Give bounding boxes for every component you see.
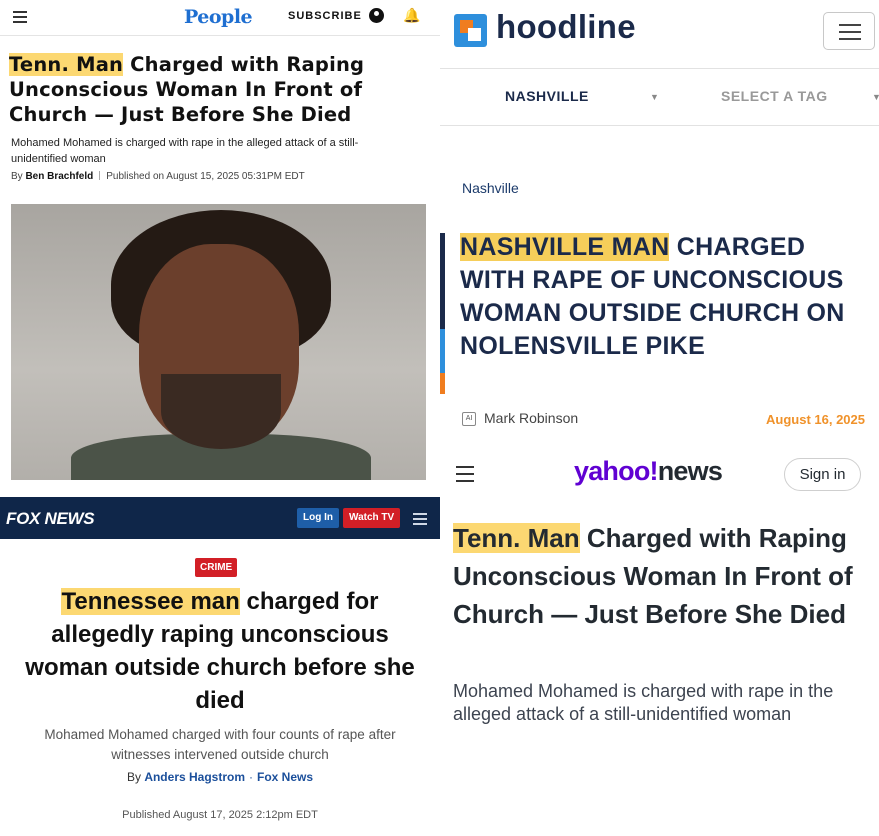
publish-date: August 16, 2025 xyxy=(766,412,865,427)
article-byline: By Anders Hagstrom · Fox News xyxy=(0,770,440,784)
byline-prefix: By xyxy=(11,171,26,182)
news-label: news xyxy=(657,456,723,486)
fox-header: FOX NEWS Log In Watch TV xyxy=(0,497,440,539)
people-header: People SUBSCRIBE 🔔 xyxy=(0,0,440,36)
tag-select[interactable]: SELECT A TAG xyxy=(721,88,828,104)
outlet-link[interactable]: Fox News xyxy=(257,770,313,784)
hoodline-logo[interactable]: hoodline xyxy=(496,8,636,46)
subscribe-link[interactable]: SUBSCRIBE xyxy=(288,10,362,22)
people-logo[interactable]: People xyxy=(184,6,253,28)
fox-article-panel: FOX NEWS Log In Watch TV CRIME Tennessee… xyxy=(0,497,440,836)
yahoo-article-panel: yahoo!news Sign in Tenn. Man Charged wit… xyxy=(440,445,879,836)
sign-in-button[interactable]: Sign in xyxy=(784,458,861,491)
byline-dot: · xyxy=(249,770,253,784)
filter-divider xyxy=(440,125,879,126)
category-badge[interactable]: CRIME xyxy=(195,558,238,577)
headline-highlight: Tenn. Man xyxy=(453,523,580,553)
breadcrumb[interactable]: Nashville xyxy=(462,180,519,196)
article-byline: By Ben Brachfeld Published on August 15, … xyxy=(11,171,305,182)
hamburger-menu-icon[interactable] xyxy=(456,466,474,487)
hoodline-logo-icon[interactable] xyxy=(454,14,487,47)
people-article-panel: People SUBSCRIBE 🔔 Tenn. Man Charged wit… xyxy=(0,0,440,497)
article-headline: Tenn. Man Charged with Raping Unconsciou… xyxy=(453,519,868,633)
screenshot-collage: People SUBSCRIBE 🔔 Tenn. Man Charged wit… xyxy=(0,0,879,836)
mugshot-photo xyxy=(11,204,426,480)
fox-news-logo[interactable]: FOX NEWS xyxy=(6,509,95,529)
publish-date: Published on August 15, 2025 05:31PM EDT xyxy=(106,171,305,182)
accent-bar-orange xyxy=(440,373,445,394)
yahoo-brand: yahoo! xyxy=(574,456,659,486)
author-link[interactable]: Ben Brachfeld xyxy=(25,171,93,182)
article-headline: Tennessee man charged for allegedly rapi… xyxy=(20,585,420,717)
author-name[interactable]: Mark Robinson xyxy=(484,410,578,426)
headline-highlight: Tenn. Man xyxy=(9,53,124,76)
header-divider xyxy=(440,68,879,69)
hamburger-menu-icon[interactable] xyxy=(13,11,27,23)
headline-highlight: NASHVILLE MAN xyxy=(460,233,670,261)
byline-divider xyxy=(99,171,101,180)
accent-bar-navy xyxy=(440,233,445,329)
login-button[interactable]: Log In xyxy=(297,508,339,528)
hamburger-menu-icon[interactable] xyxy=(413,513,427,528)
chevron-down-icon[interactable]: ▼ xyxy=(650,92,659,102)
chevron-down-icon[interactable]: ▼ xyxy=(872,92,879,102)
accent-bar-blue xyxy=(440,329,445,373)
author-link[interactable]: Anders Hagstrom xyxy=(144,770,245,784)
article-dek: Mohamed Mohamed is charged with rape in … xyxy=(11,137,359,165)
publish-date: Published August 17, 2025 2:12pm EDT xyxy=(122,809,318,821)
headline-highlight: Tennessee man xyxy=(61,588,240,615)
article-dek: Mohamed Mohamed is charged with rape in … xyxy=(453,681,834,724)
city-select[interactable]: NASHVILLE xyxy=(505,88,589,104)
hamburger-menu-button[interactable] xyxy=(823,12,875,50)
bell-icon[interactable]: 🔔 xyxy=(403,8,420,22)
article-dek: Mohamed Mohamed charged with four counts… xyxy=(44,727,396,762)
article-headline: Tenn. Man Charged with Raping Unconsciou… xyxy=(9,52,429,127)
yahoo-news-logo[interactable]: yahoo!news xyxy=(574,456,723,487)
photo-beard xyxy=(161,374,281,449)
byline-prefix: By xyxy=(126,770,145,784)
ai-author-icon: AI xyxy=(462,412,476,426)
watch-tv-button[interactable]: Watch TV xyxy=(343,508,401,528)
account-icon[interactable] xyxy=(369,8,384,23)
article-headline: NASHVILLE MAN CHARGED WITH RAPE OF UNCON… xyxy=(460,231,860,363)
hoodline-article-panel: hoodline NASHVILLE ▼ SELECT A TAG ▼ Nash… xyxy=(440,0,879,445)
